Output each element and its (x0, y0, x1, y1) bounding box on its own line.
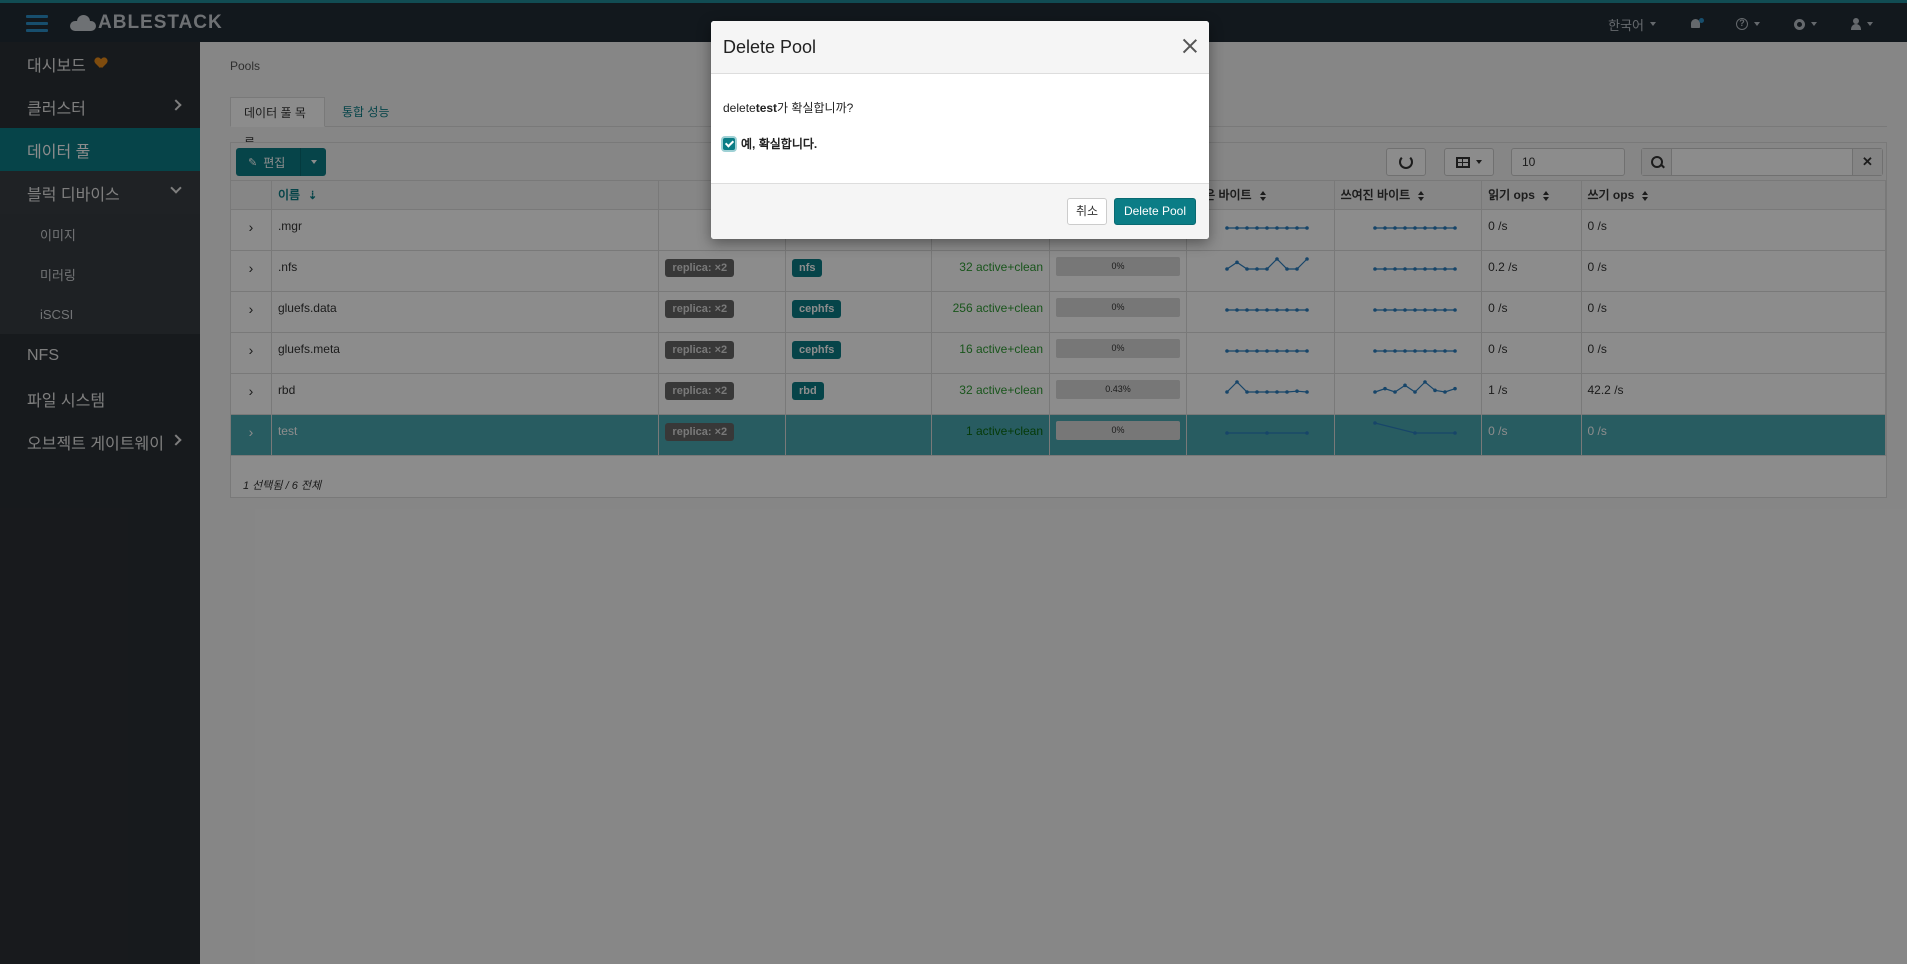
cancel-button[interactable]: 취소 (1067, 198, 1107, 225)
confirm-checkbox[interactable] (723, 137, 735, 150)
delete-pool-dialog: Delete Pool deletetest가 확실합니까? 예, 확실합니다.… (711, 21, 1209, 239)
dialog-message: deletetest가 확실합니까? (723, 99, 853, 116)
dialog-footer: 취소 Delete Pool (711, 183, 1209, 239)
dialog-title: Delete Pool (723, 37, 817, 57)
confirm-checkbox-label: 예, 확실합니다. (741, 137, 818, 151)
message-prefix: delete (723, 101, 756, 115)
confirm-checkbox-row[interactable]: 예, 확실합니다. (723, 135, 817, 152)
message-target: test (755, 101, 778, 115)
close-icon[interactable] (1181, 37, 1199, 55)
message-suffix: 가 확실합니까? (777, 101, 854, 115)
dialog-header: Delete Pool (711, 21, 1209, 74)
delete-pool-button[interactable]: Delete Pool (1114, 198, 1196, 225)
